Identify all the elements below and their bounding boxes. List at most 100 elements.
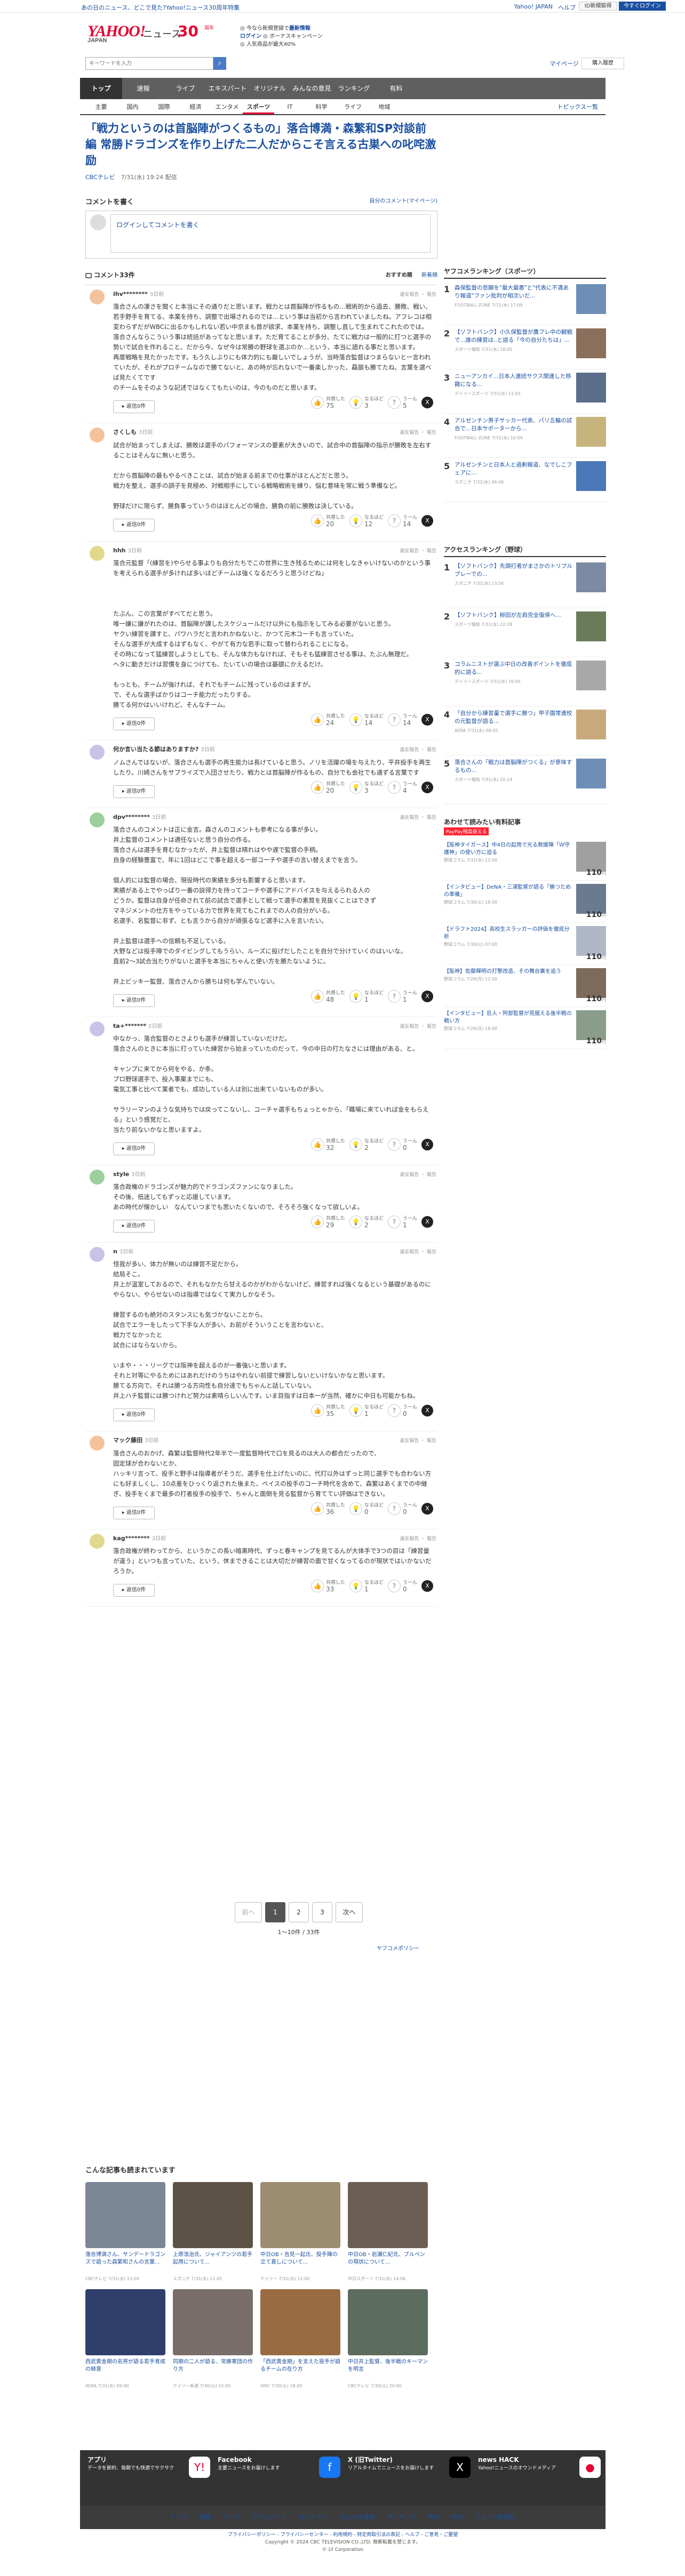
paid-article-title-text[interactable]: 【阪神】佐藤輝明の打撃改造、その舞台裏を追う [444,969,561,975]
footer-2-icon[interactable]: X [449,2457,471,2478]
rank-title-text[interactable]: 【ソフトバンク】先頭打者がまさかのトリプルプレーでの... [455,563,572,577]
report-link[interactable]: 違反報告 ・ 報告 [400,1171,436,1178]
comment-username[interactable]: dpv******** 3日前 [113,812,437,820]
report-link[interactable]: 違反報告 ・ 報告 [400,1023,436,1029]
help-link[interactable]: ヘルプ [558,3,576,12]
paid-article-title-text[interactable]: 【阪神タイガース】中4日の起用で光る救援陣「Ｗ守護神」の使い方に迫る [444,842,570,856]
rank-title[interactable]: アルゼンチンと日本人と過剰報道、なでしこフェアに... スポニチ 7/31(水) … [455,461,573,498]
recommended-card[interactable]: 「西武黄金期」を支えた投手が語るチームの在り方 SPA! 7/30(火) 18:0… [260,2289,340,2389]
rank-title-text[interactable]: アルゼンチンと日本人と過剰報道、なでしこフェアに... [455,462,572,476]
footer-nav-item[interactable]: トップ [170,2506,188,2529]
comment-user[interactable]: dpv******** [113,814,150,820]
recommended-thumbnail[interactable] [348,2182,428,2248]
subnav-world[interactable]: 国際 [148,100,180,114]
comment-user[interactable]: n [113,1248,117,1255]
gnav-expert[interactable]: エキスパート [206,78,249,99]
paid-article-title[interactable]: 【阪神タイガース】中4日の起用で光る救援陣「Ｗ守護神」の使い方に迫る 野球コラム … [444,842,573,877]
ranking-item[interactable]: 2 【ソフトバンク】小久保監督が鷹フレ中の観戦で...誰の練習は..と語る「今の自… [444,325,606,369]
paid-article-thumbnail[interactable] [576,926,606,956]
subnav-economy[interactable]: 経済 [180,100,211,114]
vote-agree-button[interactable]: 👍 共感した 48 [310,990,345,1003]
rank-title[interactable]: 「自分から練習量で選手に勝つ」甲子園常連校の元監督が語る... AERA 7/31… [455,710,573,752]
vote-think-button[interactable]: 💡 なるほど 12 [349,514,384,527]
sort-recommended[interactable]: おすすめ順 [386,272,412,278]
comment-user[interactable]: さくしも [113,429,137,436]
reply-button[interactable]: ▸ 返信0件 [113,718,155,730]
article-source[interactable]: CBCテレビ [85,174,115,181]
rank-title[interactable]: 【ソフトバンク】先頭打者がまさかのトリプルプレーでの... スポニチ 7/31(水… [455,562,573,605]
login-to-comment-box[interactable]: ログインしてコメントを書く [110,214,431,253]
vote-notagree-button[interactable]: ? うーん 5 [387,396,417,409]
vote-think-button[interactable]: 💡 なるほど 14 [349,713,384,726]
footer-column[interactable]: X (旧Twitter) リアルタイムでニュースをお届けします X [348,2457,471,2478]
rank-title-text[interactable]: 【ソフトバンク】小久保監督が鷹フレ中の観戦で...誰の練習は..と語る「今の自分… [455,329,572,343]
recommended-title[interactable]: 西武黄金期の名将が語る若手育成の極意 [85,2358,165,2381]
ranking-item[interactable]: 5 落合さんの「戦力は首脳陣がつくる」が意味するもの... スポーツ報知 7/31(… [444,755,606,804]
comment-user[interactable]: style [113,1171,129,1178]
reply-button[interactable]: ▸ 返信0件 [113,519,155,532]
vote-agree-button[interactable]: 👍 共感した 29 [310,1215,345,1228]
subnav-life[interactable]: ライフ [337,100,369,114]
footer-nav-item[interactable]: 有料 [428,2506,440,2529]
vote-agree-button[interactable]: 👍 共感した 20 [310,781,345,794]
recommended-thumbnail[interactable] [260,2289,340,2355]
recommended-card[interactable]: 西武黄金期の名将が語る若手育成の極意 AERA 7/31(水) 09:00 [85,2289,165,2389]
x-share-icon[interactable]: X [421,1580,433,1592]
vote-agree-button[interactable]: 👍 共感した 32 [310,1138,345,1151]
paid-article-title[interactable]: 【インタビュー】DeNA・三浦監督が語る「勝つための準備」 野球コラム 7/30(… [444,884,573,919]
paid-article-item[interactable]: 【インタビュー】DeNA・三浦監督が語る「勝つための準備」 野球コラム 7/30(… [444,881,606,923]
rank-thumbnail[interactable] [576,373,606,402]
recommended-card[interactable]: 中日井上監督、後半戦のキーマンを明言 CBCテレビ 7/30(火) 20:00 [348,2289,428,2389]
vote-think-button[interactable]: 💡 なるほど 3 [349,781,384,794]
rank-title[interactable]: コラムニストが選ぶ中日の改善ポイントを徹底的に語る... デイリースポーツ 7/3… [455,661,573,703]
vote-think-button[interactable]: 💡 なるほど 1 [349,1580,384,1592]
vote-think-button[interactable]: 💡 なるほど 3 [349,396,384,409]
comment-user[interactable]: ta+******* [113,1023,146,1029]
x-share-icon[interactable]: X [421,714,433,726]
vote-notagree-button[interactable]: ? うーん 1 [387,990,417,1003]
comment-username[interactable]: hhh 3日前 [113,546,437,554]
vote-agree-button[interactable]: 👍 共感した 35 [310,1404,345,1417]
vote-notagree-button[interactable]: ? うーん 0 [387,1138,417,1151]
vote-notagree-button[interactable]: ? うーん 0 [387,1404,417,1417]
footer-column[interactable]: news HACK Yahoo!ニュースのオウンドメディア ● [478,2457,601,2478]
recommended-thumbnail[interactable] [348,2289,428,2355]
yahoo-logo[interactable]: YAHOO! JAPAN [87,22,146,44]
rank-thumbnail[interactable] [576,562,606,592]
paid-article-thumbnail[interactable] [576,842,606,872]
subnav-domestic[interactable]: 国内 [117,100,148,114]
recommended-thumbnail[interactable] [85,2289,165,2355]
recommended-thumbnail[interactable] [260,2182,340,2248]
paid-article-title[interactable]: 【インタビュー】巨人・阿部監督が見据える後半戦の戦い方 野球コラム 7/28(日)… [444,1010,573,1045]
paid-article-title[interactable]: 【ドラフト2024】高校生スラッガーの評価を徹底分析 野球コラム 7/30(火) … [444,926,573,961]
recommended-card[interactable]: 中日OB・吉見一起氏、投手陣の立て直しについて... デイリー 7/31(水) 1… [260,2182,340,2282]
topics-list-link[interactable]: トピックス一覧 [557,100,598,114]
rank-title-text[interactable]: ニューアンカイ...日本人連続サクス関連した移籍になる... [455,373,571,388]
rank-title-text[interactable]: 【ソフトバンク】柳田が左肩完全復帰へ... [455,612,561,618]
rank-thumbnail[interactable] [576,759,606,788]
x-share-icon[interactable]: X [421,515,433,527]
comment-username[interactable]: ta+******* 2日前 [113,1021,437,1029]
signup-button[interactable]: ID新規取得 [579,2,617,11]
report-link[interactable]: 違反報告 ・ 報告 [400,1535,436,1542]
rank-title-text[interactable]: 森保監督の悲願を"最大最悪"と"代表に不満あり報道"ファン批判が相次いだ... [455,285,569,299]
vote-think-button[interactable]: 💡 なるほど 1 [349,990,384,1003]
gnav-opinion[interactable]: みんなの意見 [291,78,333,99]
reply-button[interactable]: ▸ 返信0件 [113,1142,155,1155]
footer-nav-item[interactable]: エキスパート [252,2506,288,2529]
subnav-main[interactable]: 主要 [85,100,117,114]
comment-username[interactable]: ihv******** 3日前 [113,289,437,297]
ranking-item[interactable]: 1 森保監督の悲願を"最大最悪"と"代表に不満あり報道"ファン批判が相次いだ...… [444,281,606,325]
rank-title[interactable]: アルゼンチン男子サッカー代表、パリ五輪の試合で...日本サポーターから... FO… [455,417,573,454]
gnav-live[interactable]: ライブ [164,78,206,99]
comment-username[interactable]: マック藤田 3日前 [113,1436,437,1444]
recommended-card[interactable]: 同期の二人が語る、常勝軍団の作り方 デイリー新潮 7/30(火) 15:00 [173,2289,253,2389]
subnav-it[interactable]: IT [274,100,306,114]
comment-user[interactable]: ihv******** [113,291,148,297]
x-share-icon[interactable]: X [421,782,433,793]
paid-article-title[interactable]: 【阪神】佐藤輝明の打撃改造、その舞台裏を追う 野球コラム 7/29(月) 12:0… [444,968,573,1003]
gnav-paid[interactable]: 有料 [375,78,417,99]
recommended-title[interactable]: 上原浩治氏、ジャイアンツの若手起用について... [173,2251,253,2274]
rank-title-text[interactable]: 落合さんの「戦力は首脳陣がつくる」が意味するもの... [455,759,572,774]
comment-user[interactable]: 何か言い当たる節はありますか? [113,746,198,753]
